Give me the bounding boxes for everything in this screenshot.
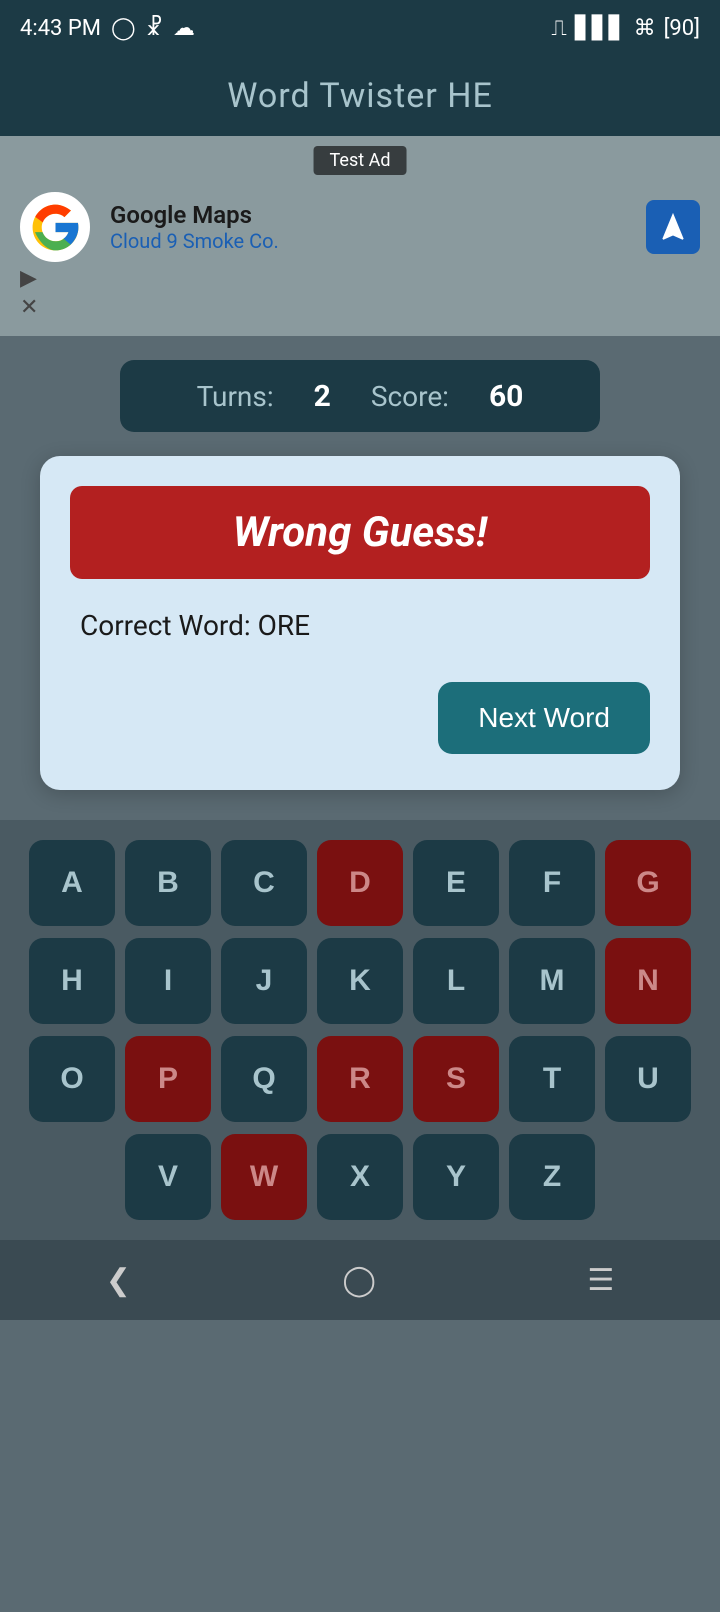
ad-play-icon[interactable]: ▶: [20, 266, 38, 291]
score-label: Score:: [371, 380, 449, 413]
ad-text-block: Google Maps Cloud 9 Smoke Co.: [110, 201, 626, 253]
key-a[interactable]: A: [29, 840, 115, 926]
title-bar: Word Twister HE: [0, 56, 720, 136]
key-k[interactable]: K: [317, 938, 403, 1024]
keyboard-row: ABCDEFG: [14, 840, 706, 926]
ad-close-icon[interactable]: ✕: [20, 295, 38, 320]
ad-logo: [20, 192, 90, 262]
correct-word-text: Correct Word: ORE: [70, 609, 650, 642]
usb-icon: ☧: [146, 16, 163, 41]
status-right: ⎍ ▋▋▋ ⌘ [90]: [551, 16, 700, 41]
menu-icon[interactable]: ☰: [587, 1263, 614, 1298]
key-m[interactable]: M: [509, 938, 595, 1024]
ad-directions-icon[interactable]: [646, 200, 700, 254]
key-v[interactable]: V: [125, 1134, 211, 1220]
keyboard: ABCDEFG HIJKLMN OPQRSTU VWXYZ: [0, 820, 720, 1240]
key-w[interactable]: W: [221, 1134, 307, 1220]
key-u[interactable]: U: [605, 1036, 691, 1122]
vibrate-icon: ⎍: [551, 16, 566, 41]
wifi-icon: ⌘: [634, 16, 656, 41]
keyboard-row: HIJKLMN: [14, 938, 706, 1024]
key-d[interactable]: D: [317, 840, 403, 926]
key-b[interactable]: B: [125, 840, 211, 926]
wrong-guess-banner: Wrong Guess!: [70, 486, 650, 579]
key-z[interactable]: Z: [509, 1134, 595, 1220]
turns-label: Turns:: [197, 380, 274, 413]
key-t[interactable]: T: [509, 1036, 595, 1122]
key-x[interactable]: X: [317, 1134, 403, 1220]
key-y[interactable]: Y: [413, 1134, 499, 1220]
key-i[interactable]: I: [125, 938, 211, 1024]
key-h[interactable]: H: [29, 938, 115, 1024]
key-q[interactable]: Q: [221, 1036, 307, 1122]
key-o[interactable]: O: [29, 1036, 115, 1122]
whatsapp-icon: ◯: [111, 16, 136, 41]
signal-icon: ▋▋▋: [575, 16, 626, 41]
key-r[interactable]: R: [317, 1036, 403, 1122]
app-title: Word Twister HE: [227, 76, 493, 116]
key-c[interactable]: C: [221, 840, 307, 926]
modal-actions: Next Word: [70, 682, 650, 754]
cloud-icon: ☁: [173, 16, 195, 41]
status-bar: 4:43 PM ◯ ☧ ☁ ⎍ ▋▋▋ ⌘ [90]: [0, 0, 720, 56]
keyboard-row: OPQRSTU: [14, 1036, 706, 1122]
home-icon[interactable]: ◯: [342, 1263, 376, 1298]
back-icon[interactable]: ❮: [106, 1263, 131, 1298]
key-p[interactable]: P: [125, 1036, 211, 1122]
battery-icon: [90]: [664, 16, 700, 41]
ad-content[interactable]: Google Maps Cloud 9 Smoke Co.: [20, 192, 700, 262]
key-g[interactable]: G: [605, 840, 691, 926]
ad-title: Google Maps: [110, 201, 626, 229]
ad-label: Test Ad: [314, 146, 407, 175]
turns-value: 2: [314, 379, 331, 414]
score-value: 60: [489, 379, 523, 414]
nav-bar: ❮ ◯ ☰: [0, 1240, 720, 1320]
score-bar: Turns: 2 Score: 60: [120, 360, 600, 432]
ad-subtitle: Cloud 9 Smoke Co.: [110, 229, 626, 253]
key-e[interactable]: E: [413, 840, 499, 926]
result-modal: Wrong Guess! Correct Word: ORE Next Word: [40, 456, 680, 790]
key-n[interactable]: N: [605, 938, 691, 1024]
wrong-guess-label: Wrong Guess!: [233, 508, 487, 557]
keyboard-row: VWXYZ: [14, 1134, 706, 1220]
ad-controls: ▶ ✕: [20, 266, 38, 320]
status-left: 4:43 PM ◯ ☧ ☁: [20, 16, 195, 41]
key-f[interactable]: F: [509, 840, 595, 926]
key-s[interactable]: S: [413, 1036, 499, 1122]
key-l[interactable]: L: [413, 938, 499, 1024]
key-j[interactable]: J: [221, 938, 307, 1024]
ad-banner: Test Ad Google Maps Cloud 9 Smoke Co. ▶ …: [0, 136, 720, 336]
next-word-button[interactable]: Next Word: [438, 682, 650, 754]
status-time: 4:43 PM: [20, 16, 101, 41]
